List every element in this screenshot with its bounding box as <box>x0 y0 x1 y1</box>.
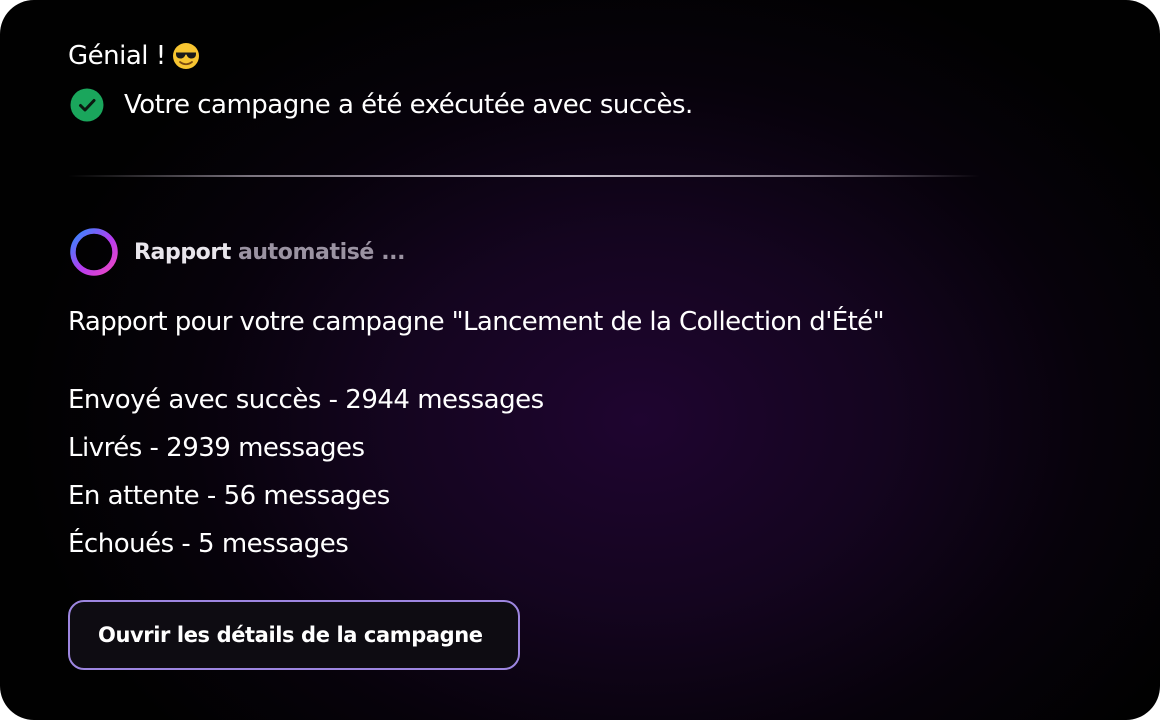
greeting-text: Génial ! <box>68 41 166 71</box>
check-circle-icon <box>70 88 104 122</box>
report-title: Rapport pour votre campagne "Lancement d… <box>68 307 885 337</box>
stat-sent: Envoyé avec succès - 2944 messages <box>68 385 544 415</box>
success-line: Votre campagne a été exécutée avec succè… <box>70 86 693 124</box>
report-status: automatisé ... <box>237 239 406 265</box>
chat-message-card: Génial ! Votre campagne a été exécutée a… <box>0 0 1160 720</box>
loading-ring-icon <box>70 228 118 276</box>
report-label: Rapport <box>134 239 231 265</box>
stat-failed: Échoués - 5 messages <box>68 529 349 559</box>
smiling-face-with-sunglasses-icon <box>172 43 199 69</box>
report-header: Rapport automatisé ... <box>68 226 405 278</box>
stat-pending: En attente - 56 messages <box>68 481 390 511</box>
report-stats-list: Envoyé avec succès - 2944 messages Livré… <box>68 378 544 570</box>
stat-delivered: Livrés - 2939 messages <box>68 433 365 463</box>
success-text: Votre campagne a été exécutée avec succè… <box>124 90 693 120</box>
greeting-line: Génial ! <box>68 38 200 74</box>
divider <box>68 175 980 177</box>
open-campaign-details-button[interactable]: Ouvrir les détails de la campagne <box>68 600 520 670</box>
